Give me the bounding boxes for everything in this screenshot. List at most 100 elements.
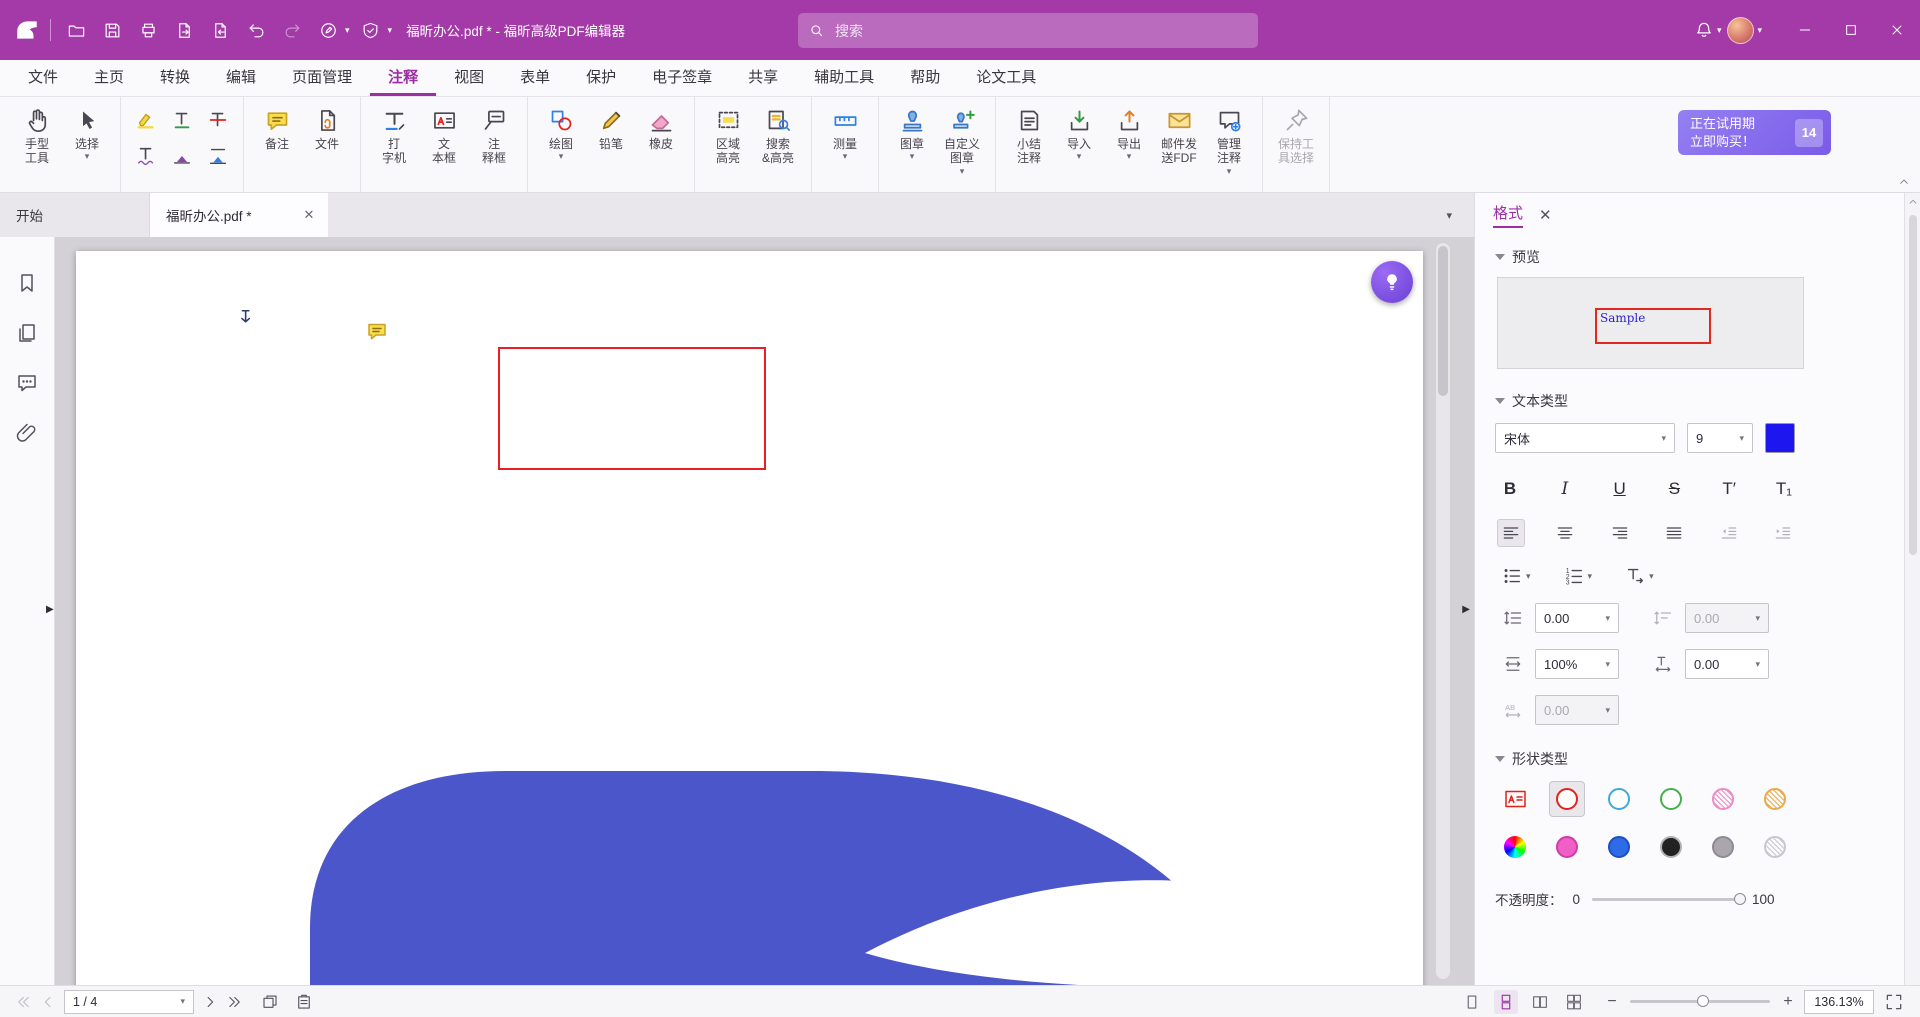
zoom-in-button[interactable]: + [1778,993,1798,1011]
font-family-select[interactable]: 宋体 ▾ [1495,423,1675,453]
search-input[interactable] [833,22,1248,40]
format-panel-close-icon[interactable]: ✕ [1539,206,1552,224]
align-right-button[interactable] [1606,519,1634,547]
menu-tab-1[interactable]: 主页 [76,60,142,96]
qa-import-doc-button[interactable] [205,15,235,45]
shape-type-section-header[interactable]: 形状类型 [1495,749,1880,769]
preview-section-header[interactable]: 预览 [1495,247,1880,267]
rail-attachments-icon[interactable] [15,421,39,445]
left-panel-expand-arrow[interactable]: ▶ [46,605,54,615]
notifications-caret-icon[interactable]: ▾ [1717,25,1722,36]
menu-tab-12[interactable]: 帮助 [892,60,958,96]
tab-close-icon[interactable]: ✕ [300,206,318,224]
clipboard-button[interactable] [292,990,316,1014]
ribbon-tool-hand[interactable]: 手型工具 [14,105,60,168]
dropdown-caret-icon[interactable]: ▾ [843,152,848,161]
ribbon-tool-cursor[interactable]: 选择▾ [64,105,110,163]
shape-style-circle-pink-hatch[interactable] [1705,781,1741,817]
qa-shield-check-button[interactable] [356,15,386,45]
qa-caret-icon[interactable]: ▾ [388,25,393,36]
char-spacing-select[interactable]: 0.00▾ [1685,649,1769,679]
tab-list-caret-icon[interactable]: ▾ [1446,209,1452,222]
dropdown-caret-icon[interactable]: ▾ [960,167,965,176]
ribbon-tool-replace-text[interactable] [207,145,229,167]
shape-style-circle-black-fill[interactable] [1653,829,1689,865]
note-annotation-icon[interactable] [364,319,390,343]
dropdown-caret-icon[interactable]: ▾ [1077,152,1082,161]
indent-increase-button[interactable] [1769,519,1797,547]
page-number-box[interactable]: 1 / 4 ▾ [64,990,194,1014]
rect-annotation[interactable] [498,347,766,470]
ribbon-tool-typewriter[interactable]: 打字机 [371,105,417,168]
shape-style-circle-gray-fill[interactable] [1705,829,1741,865]
dropdown-caret-icon[interactable]: ▾ [1127,152,1132,161]
zoom-level-box[interactable]: 136.13% [1804,990,1874,1014]
window-scrollbar[interactable] [1904,193,1920,985]
text-style-button-4[interactable]: T′ [1716,479,1742,499]
right-panel-collapse-arrow[interactable]: ▶ [1462,605,1470,615]
account-caret-icon[interactable]: ▾ [1757,25,1762,36]
ribbon-tool-file-attach[interactable]: 文件 [304,105,350,153]
document-scrollbar-thumb[interactable] [1438,246,1448,396]
layout-facing-cont-button[interactable] [1562,990,1586,1014]
text-style-button-5[interactable]: T₁ [1771,479,1797,499]
document-tab-active[interactable]: 福昕办公.pdf * ✕ [150,193,328,237]
menu-tab-7[interactable]: 表单 [502,60,568,96]
menu-tab-6[interactable]: 视图 [436,60,502,96]
shape-style-circle-blue-fill[interactable] [1601,829,1637,865]
menu-tab-2[interactable]: 转换 [142,60,208,96]
chevron-left-button[interactable] [36,990,60,1014]
ribbon-tool-summary[interactable]: 小结注释 [1006,105,1052,168]
trial-purchase-banner[interactable]: 正在试用期 立即购买！ 14 [1678,110,1831,155]
menu-tab-3[interactable]: 编辑 [208,60,274,96]
text-type-section-header[interactable]: 文本类型 [1495,391,1880,411]
menu-tab-13[interactable]: 论文工具 [958,60,1054,96]
fullscreen-icon[interactable] [1884,992,1904,1012]
shape-style-circle-magenta-fill[interactable] [1549,829,1585,865]
qa-pen-circle-button[interactable] [313,15,343,45]
dropdown-caret-icon[interactable]: ▾ [559,152,564,161]
ribbon-tool-callout[interactable]: 注释框 [471,105,517,168]
qa-caret-icon[interactable]: ▾ [345,25,350,36]
snapshot-button[interactable] [258,990,282,1014]
shape-style-circle-blue-outline[interactable] [1601,781,1637,817]
layout-single-button[interactable] [1460,990,1484,1014]
rail-pages-icon[interactable] [15,321,39,345]
menu-tab-5[interactable]: 注释 [370,60,436,96]
ribbon-tool-custom-stamp[interactable]: 自定义图章▾ [939,105,985,178]
qa-redo-button[interactable] [277,15,307,45]
shape-style-circle-green-outline[interactable] [1653,781,1689,817]
ribbon-tool-mail-fdf[interactable]: 邮件发送FDF [1156,105,1202,168]
align-left-button[interactable] [1497,519,1525,547]
line-spacing-select[interactable]: 0.00▾ [1535,603,1619,633]
rail-bookmarks-icon[interactable] [15,271,39,295]
text-style-button-0[interactable]: B [1497,479,1523,499]
text-style-button-3[interactable]: S [1661,479,1687,499]
shape-style-circle-red-outline[interactable] [1549,781,1585,817]
qa-save-button[interactable] [97,15,127,45]
ribbon-tool-area-highlight[interactable]: 区域高亮 [705,105,751,168]
qa-undo-button[interactable] [241,15,271,45]
menu-tab-0[interactable]: 文件 [10,60,76,96]
caret-annotation-icon[interactable] [236,307,258,331]
menu-tab-11[interactable]: 辅助工具 [796,60,892,96]
maximize-button[interactable] [1828,0,1874,60]
text-style-button-2[interactable]: U [1607,479,1633,499]
ribbon-tool-caret-text[interactable] [171,145,193,167]
menu-tab-8[interactable]: 保护 [568,60,634,96]
zoom-slider-thumb[interactable] [1697,995,1709,1007]
window-scrollbar-thumb[interactable] [1909,215,1917,555]
start-page-tab[interactable]: 开始 [0,193,150,237]
align-justify-button[interactable] [1660,519,1688,547]
rail-comments-icon[interactable] [15,371,39,395]
qa-export-doc-button[interactable] [169,15,199,45]
chevron-right-button[interactable] [198,990,222,1014]
menu-tab-4[interactable]: 页面管理 [274,60,370,96]
minimize-button[interactable] [1782,0,1828,60]
notifications-bell-icon[interactable] [1694,20,1714,40]
shape-style-color-wheel[interactable] [1497,829,1533,865]
ribbon-tool-import[interactable]: 导入▾ [1056,105,1102,163]
layout-continuous-button[interactable] [1494,990,1518,1014]
font-color-swatch[interactable] [1765,423,1795,453]
ribbon-tool-highlight-pen[interactable] [135,109,157,131]
